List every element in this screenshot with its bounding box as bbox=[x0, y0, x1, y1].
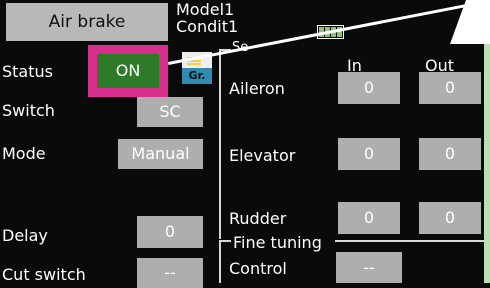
status-label: Status bbox=[2, 62, 53, 81]
switch-label: Switch bbox=[2, 101, 55, 120]
row-label-rudder: Rudder bbox=[229, 209, 287, 228]
control-label: Control bbox=[229, 259, 287, 278]
elevator-out[interactable]: 0 bbox=[419, 138, 481, 170]
fine-tuning-top-left-border bbox=[219, 240, 231, 242]
screen: Air brake Model1 Condit1 Status ON Gr. S… bbox=[0, 0, 490, 288]
status-highlight: ON bbox=[88, 45, 168, 97]
group-tag: Gr. bbox=[182, 68, 212, 84]
status-button[interactable]: ON bbox=[97, 54, 159, 88]
switch-button[interactable]: SC bbox=[137, 97, 203, 127]
condition-name: Condit1 bbox=[176, 17, 239, 36]
aileron-out[interactable]: 0 bbox=[419, 72, 481, 104]
delay-label: Delay bbox=[2, 226, 48, 245]
cut-switch-button[interactable]: -- bbox=[137, 258, 203, 288]
mode-label: Mode bbox=[2, 144, 46, 163]
row-label-elevator: Elevator bbox=[229, 146, 296, 165]
rudder-out[interactable]: 0 bbox=[419, 202, 481, 234]
elevator-in[interactable]: 0 bbox=[338, 138, 400, 170]
control-button[interactable]: -- bbox=[336, 252, 402, 283]
row-label-aileron: Aileron bbox=[229, 79, 285, 98]
fine-tuning-left-border bbox=[219, 240, 221, 283]
cut-switch-label: Cut switch bbox=[2, 265, 86, 284]
fine-tuning-top-right-border bbox=[335, 240, 484, 242]
mode-button[interactable]: Manual bbox=[118, 139, 203, 169]
rudder-in[interactable]: 0 bbox=[338, 202, 400, 234]
table-left-border bbox=[219, 49, 221, 239]
aileron-in[interactable]: 0 bbox=[338, 72, 400, 104]
fine-tuning-title: Fine tuning bbox=[233, 233, 322, 252]
model-info: Model1 Condit1 bbox=[176, 1, 238, 35]
title-button[interactable]: Air brake bbox=[6, 3, 168, 41]
delay-button[interactable]: 0 bbox=[137, 216, 203, 248]
model-name: Model1 bbox=[176, 0, 235, 19]
